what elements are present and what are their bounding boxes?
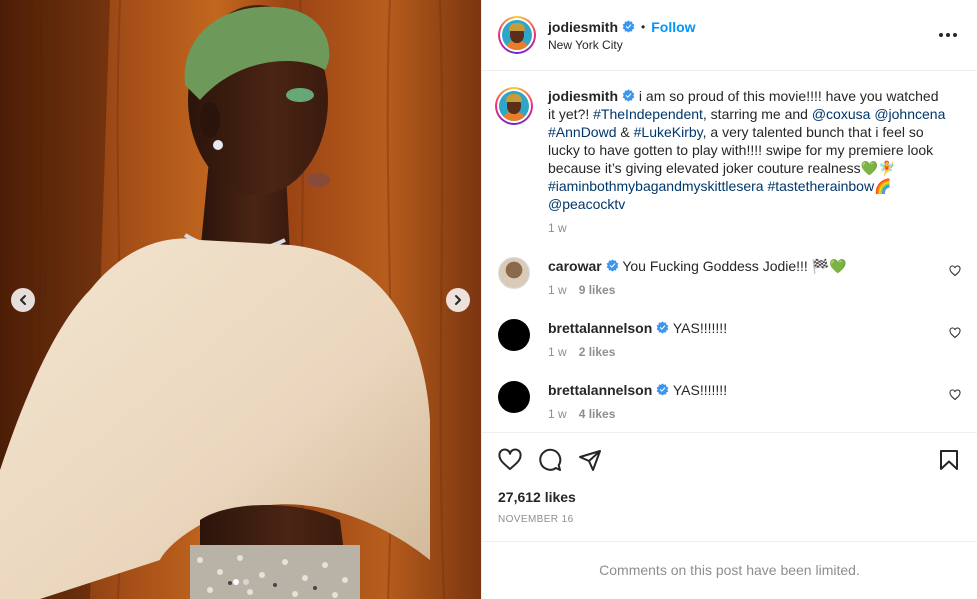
follow-button[interactable]: Follow	[651, 19, 695, 35]
mention-link[interactable]: @coxusa	[812, 106, 871, 122]
post-caption: jodiesmith i am so proud of this movie!!…	[495, 87, 961, 235]
comment-item: brettalannelson YAS!!!!!!! 1 w 2 likes	[498, 319, 961, 359]
comment-text: YAS!!!!!!!	[669, 320, 728, 336]
comment-text: You Fucking Goddess Jodie!!! 🏁💚	[618, 258, 847, 274]
comment-time[interactable]: 1 w	[548, 407, 567, 421]
commenter-avatar[interactable]	[498, 319, 530, 351]
post-date[interactable]: NOVEMBER 16	[498, 514, 961, 525]
post-author-username[interactable]: jodiesmith	[548, 19, 618, 35]
post-media-carousel[interactable]	[0, 0, 481, 599]
comment-username[interactable]: carowar	[548, 258, 602, 274]
verified-badge-icon	[622, 20, 635, 33]
verified-badge-icon	[656, 321, 669, 334]
avatar[interactable]	[498, 16, 536, 54]
commenter-avatar[interactable]	[498, 257, 530, 289]
hashtag-link[interactable]: #AnnDowd	[548, 124, 617, 140]
caption-segment: 🌈	[874, 178, 892, 194]
caption-time[interactable]: 1 w	[548, 221, 567, 235]
avatar-image	[502, 20, 532, 50]
commenter-avatar[interactable]	[498, 381, 530, 413]
caption-username[interactable]: jodiesmith	[548, 88, 618, 104]
avatar-image	[499, 91, 529, 121]
comment-like-heart-icon[interactable]	[949, 389, 961, 401]
comments-list[interactable]: jodiesmith i am so proud of this movie!!…	[482, 71, 977, 432]
chevron-right-icon	[455, 295, 461, 305]
verified-badge-icon	[606, 259, 619, 272]
action-bar	[498, 445, 961, 475]
post-side-panel: jodiesmith • Follow New York City jodies…	[481, 0, 977, 599]
comment-item: carowar You Fucking Goddess Jodie!!! 🏁💚 …	[498, 257, 961, 297]
carousel-prev-button[interactable]	[11, 288, 35, 312]
hashtag-link[interactable]: #iaminbothmybagandmyskittlesera	[548, 178, 764, 194]
post-photo	[0, 0, 481, 599]
carousel-indicator	[0, 579, 481, 585]
comment-username[interactable]: brettalannelson	[548, 320, 652, 336]
comment-likes[interactable]: 2 likes	[579, 345, 616, 359]
more-options-icon[interactable]	[935, 29, 961, 41]
comment-like-heart-icon[interactable]	[949, 265, 961, 277]
comment-icon[interactable]	[538, 448, 562, 472]
hashtag-link[interactable]: #LukeKirby	[634, 124, 703, 140]
verified-badge-icon	[622, 89, 635, 102]
caption-text: jodiesmith i am so proud of this movie!!…	[548, 87, 948, 213]
bookmark-icon[interactable]	[937, 448, 961, 472]
likes-count[interactable]: 27,612 likes	[498, 489, 961, 505]
comment-like-heart-icon[interactable]	[949, 327, 961, 339]
comment-time[interactable]: 1 w	[548, 283, 567, 297]
caption-avatar[interactable]	[495, 87, 533, 125]
mention-link[interactable]: @peacocktv	[548, 196, 625, 212]
comment-time[interactable]: 1 w	[548, 345, 567, 359]
caption-segment: &	[616, 124, 634, 140]
post-location[interactable]: New York City	[548, 38, 696, 52]
comment-text: YAS!!!!!!!	[669, 382, 728, 398]
mention-link[interactable]: @johncena	[874, 106, 945, 122]
comments-limited-notice: Comments on this post have been limited.	[482, 541, 977, 598]
comment-item: brettalannelson YAS!!!!!!! 1 w 4 likes	[498, 381, 961, 421]
header-separator: •	[641, 19, 646, 34]
carousel-dot	[242, 579, 249, 585]
comment-username[interactable]: brettalannelson	[548, 382, 652, 398]
post-actions-section: 27,612 likes NOVEMBER 16 Comments on thi…	[482, 432, 977, 599]
heart-icon[interactable]	[498, 448, 522, 472]
hashtag-link[interactable]: #TheIndependent	[593, 106, 703, 122]
hashtag-link[interactable]: #tastetherainbow	[767, 178, 874, 194]
chevron-left-icon	[20, 295, 26, 305]
carousel-next-button[interactable]	[446, 288, 470, 312]
verified-badge-icon	[656, 383, 669, 396]
post-header: jodiesmith • Follow New York City	[482, 0, 977, 71]
comment-likes[interactable]: 4 likes	[579, 407, 616, 421]
instagram-post-modal: jodiesmith • Follow New York City jodies…	[0, 0, 977, 599]
send-icon[interactable]	[578, 448, 602, 472]
caption-segment: , starring me and	[702, 106, 812, 122]
carousel-dot-active	[232, 579, 239, 585]
comment-likes[interactable]: 9 likes	[579, 283, 616, 297]
